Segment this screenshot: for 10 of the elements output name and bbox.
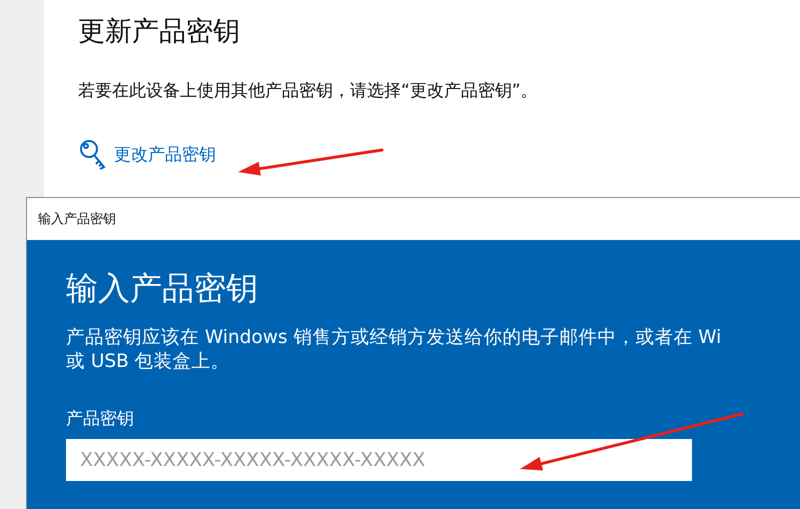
key-icon bbox=[78, 138, 108, 170]
page-heading: 更新产品密钥 bbox=[78, 16, 240, 48]
instruction-text: 或 USB 包装盒上。 bbox=[66, 350, 231, 374]
field-label: 产品密钥 bbox=[66, 408, 134, 431]
instruction-text: 产品密钥应该在 Windows 销售方或经销方发送给你的电子邮件中，或者在 Wi bbox=[66, 326, 722, 350]
dialog-heading: 输入产品密钥 bbox=[66, 268, 258, 308]
window-title: 输入产品密钥 bbox=[38, 211, 116, 228]
description-text: 若要在此设备上使用其他产品密钥，请选择“更改产品密钥”。 bbox=[78, 80, 538, 102]
change-key-link[interactable]: 更改产品密钥 bbox=[78, 138, 216, 170]
product-key-field[interactable]: XXXXX-XXXXX-XXXXX-XXXXX-XXXXX bbox=[66, 439, 692, 481]
